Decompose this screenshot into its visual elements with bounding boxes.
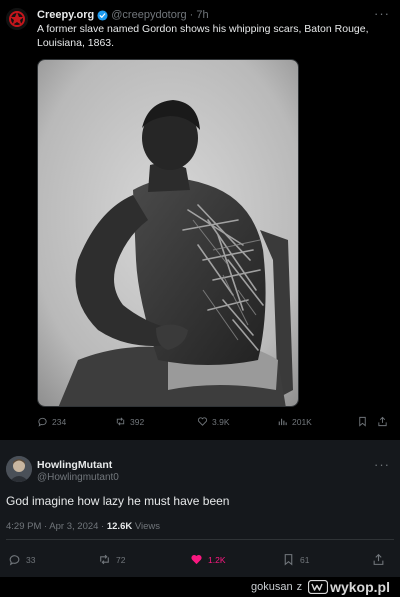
reply-views-count: 12.6K bbox=[106, 521, 133, 532]
like-button[interactable]: 3.9K bbox=[197, 416, 230, 427]
tweet-actions: 234 392 3.9K 201K bbox=[37, 416, 392, 430]
historical-photo-image bbox=[38, 60, 298, 406]
watermark-footer: gokusan z wykop.pl bbox=[0, 577, 400, 597]
analytics-icon bbox=[278, 418, 287, 426]
tweet-photo[interactable] bbox=[37, 59, 299, 407]
reply-button[interactable]: 33 bbox=[8, 553, 35, 566]
reply-button[interactable]: 234 bbox=[37, 416, 66, 427]
credit-separator: z bbox=[296, 581, 303, 593]
reply-count: 234 bbox=[52, 416, 67, 427]
wykop-logo-icon bbox=[308, 580, 329, 594]
reply-icon bbox=[38, 417, 47, 427]
like-button[interactable]: 1.2K bbox=[190, 553, 226, 566]
bookmark-icon bbox=[284, 554, 293, 566]
reply-meta: 4:29 PM · Apr 3, 2024 · 12.6K Views bbox=[6, 521, 160, 532]
retweet-icon bbox=[116, 417, 125, 426]
user-avatar-icon bbox=[6, 456, 32, 482]
retweet-count: 392 bbox=[130, 416, 145, 427]
reply-text: God imagine how lazy he must have been bbox=[6, 494, 230, 508]
tweet-main: Creepy.org @creepydotorg · 7h ··· A form… bbox=[0, 0, 400, 440]
site-name: wykop.pl bbox=[330, 579, 390, 595]
tweet-reply: HowlingMutant @Howlingmutant0 ··· God im… bbox=[0, 440, 400, 577]
views-count: 201K bbox=[292, 416, 312, 427]
tweet-text: A former slave named Gordon shows his wh… bbox=[37, 23, 369, 49]
more-options-icon[interactable]: ··· bbox=[374, 6, 390, 21]
creepy-org-avatar[interactable] bbox=[6, 8, 28, 30]
bookmark-icon bbox=[359, 416, 366, 427]
tweet-header: Creepy.org @creepydotorg · 7h bbox=[37, 9, 209, 21]
author-name[interactable]: Creepy.org bbox=[37, 9, 94, 21]
reply-author-handle[interactable]: @Howlingmutant0 bbox=[37, 472, 119, 483]
bookmark-count: 61 bbox=[300, 554, 310, 565]
share-button[interactable] bbox=[377, 416, 392, 427]
bookmark-button[interactable]: 61 bbox=[282, 553, 309, 566]
howlingmutant-avatar[interactable] bbox=[6, 456, 32, 482]
retweet-count: 72 bbox=[116, 554, 126, 565]
tweet-time[interactable]: · 7h bbox=[190, 9, 209, 21]
author-handle[interactable]: @creepydotorg bbox=[111, 9, 186, 21]
share-icon bbox=[378, 416, 387, 427]
retweet-icon bbox=[100, 554, 109, 565]
share-button[interactable] bbox=[372, 553, 390, 566]
retweet-button[interactable]: 392 bbox=[115, 416, 144, 427]
credit-user: gokusan bbox=[251, 581, 293, 593]
reply-icon bbox=[9, 555, 20, 566]
creepy-logo-icon bbox=[6, 8, 28, 30]
retweet-button[interactable]: 72 bbox=[98, 553, 125, 566]
bookmark-button[interactable] bbox=[357, 416, 372, 427]
reply-timestamp[interactable]: 4:29 PM · Apr 3, 2024 · bbox=[6, 521, 107, 532]
verified-badge-icon bbox=[97, 9, 108, 21]
credit: gokusan z wykop.pl bbox=[251, 579, 390, 595]
heart-icon bbox=[197, 417, 208, 426]
share-icon bbox=[373, 553, 384, 565]
heart-filled-icon bbox=[191, 554, 202, 565]
like-count: 3.9K bbox=[212, 416, 230, 427]
reply-views-label: Views bbox=[132, 521, 161, 532]
reply-count: 33 bbox=[26, 554, 36, 565]
views-button[interactable]: 201K bbox=[277, 416, 312, 427]
divider bbox=[6, 539, 394, 540]
like-count: 1.2K bbox=[208, 554, 226, 565]
reply-author-name[interactable]: HowlingMutant bbox=[37, 459, 112, 471]
more-options-icon[interactable]: ··· bbox=[374, 457, 390, 472]
reply-actions: 33 72 1.2K 61 bbox=[0, 553, 400, 569]
